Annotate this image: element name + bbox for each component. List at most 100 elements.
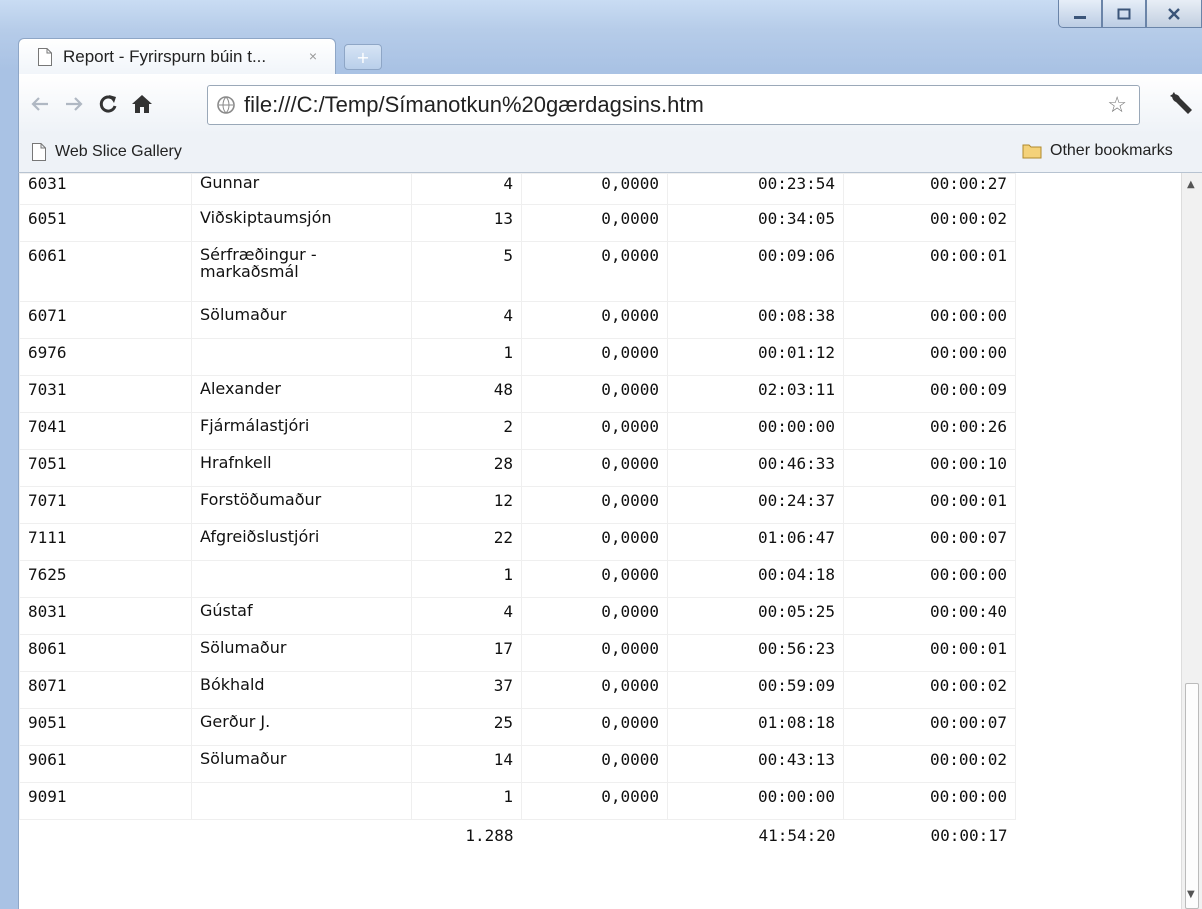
browser-window: Report - Fyrirspurn búin t... × + file:/… (0, 0, 1202, 909)
scrollbar-thumb[interactable] (1185, 683, 1199, 909)
scroll-up-arrow[interactable]: ▲ (1187, 179, 1195, 190)
address-bar[interactable]: file:///C:/Temp/Símanotkun%20gærdagsins.… (207, 85, 1140, 125)
totals-empty-cell (192, 820, 412, 856)
page-icon (38, 47, 52, 66)
total-avg-cell: 00:00:17 (930, 826, 1008, 845)
table-row: 7071 Forstöðumaður 12 0,0000 00:24:37 00:00:0… (19, 486, 1016, 524)
duration-cell: 00:24:37 (667, 486, 844, 524)
reload-button[interactable] (91, 87, 125, 121)
avg-duration-cell: 00:00:00 (843, 301, 1016, 339)
duration-cell: 00:00:00 (667, 412, 844, 450)
tab-strip: Report - Fyrirspurn búin t... × + (18, 38, 382, 74)
calls-cell: 1 (411, 560, 522, 598)
vertical-scrollbar[interactable]: ▲ ▼ (1181, 173, 1202, 909)
forward-icon (66, 97, 83, 111)
extension-cell: 7071 (19, 486, 192, 524)
other-bookmarks[interactable]: Other bookmarks (1022, 142, 1173, 160)
table-row: 9051 Gerður J. 25 0,0000 01:08:18 00:00:07 (19, 708, 1016, 746)
calls-cell: 1 (411, 782, 522, 820)
duration-cell: 00:09:06 (667, 241, 844, 302)
table-row: 8071 Bókhald 37 0,0000 00:59:09 00:00:02 (19, 671, 1016, 709)
duration-cell: 01:06:47 (667, 523, 844, 561)
name-cell: Gerður J. (191, 708, 412, 746)
extension-cell: 7041 (19, 412, 192, 450)
avg-duration-cell: 00:00:01 (843, 241, 1016, 302)
maximize-icon (1117, 8, 1131, 19)
duration-cell: 00:23:54 (667, 173, 844, 205)
name-cell: Bókhald (191, 671, 412, 709)
close-icon (1168, 7, 1180, 20)
avg-duration-cell: 00:00:00 (843, 338, 1016, 376)
duration-cell: 00:08:38 (667, 301, 844, 339)
bookmarks-bar: Web Slice Gallery Other bookmarks (18, 134, 1202, 173)
extension-cell: 6031 (19, 173, 192, 205)
calls-cell: 2 (411, 412, 522, 450)
duration-cell: 00:04:18 (667, 560, 844, 598)
cost-cell: 0,0000 (521, 634, 668, 672)
table-row: 7111 Afgreiðslustjóri 22 0,0000 01:06:47 00:0… (19, 523, 1016, 561)
total-calls-cell: 1.288 (465, 826, 514, 845)
calls-cell: 4 (411, 301, 522, 339)
window-controls (1058, 0, 1202, 34)
cost-cell: 0,0000 (521, 449, 668, 487)
extension-cell: 6071 (19, 301, 192, 339)
name-cell: Viðskiptaumsjón (191, 204, 412, 242)
maximize-button[interactable] (1102, 0, 1146, 28)
tab-close-icon[interactable]: × (309, 48, 317, 64)
extension-cell: 6976 (19, 338, 192, 376)
tab-title: Report - Fyrirspurn búin t... (63, 46, 267, 66)
calls-cell: 14 (411, 745, 522, 783)
avg-duration-cell: 00:00:26 (843, 412, 1016, 450)
extension-cell: 8031 (19, 597, 192, 635)
minimize-icon (1074, 15, 1086, 19)
calls-cell: 37 (411, 671, 522, 709)
table-row: 9091 1 0,0000 00:00:00 00:00:00 (19, 782, 1016, 820)
extension-cell: 9061 (19, 745, 192, 783)
avg-duration-cell: 00:00:07 (843, 708, 1016, 746)
page-icon (32, 143, 46, 161)
total-duration-cell: 41:54:20 (758, 826, 836, 845)
globe-icon (217, 96, 235, 114)
back-button[interactable] (23, 87, 57, 121)
close-window-button[interactable] (1146, 0, 1202, 28)
table-row: 7041 Fjármálastjóri 2 0,0000 00:00:00 00:00:2… (19, 412, 1016, 450)
calls-cell: 5 (411, 241, 522, 302)
table-row: 6061 Sérfræðingur - markaðsmál 5 0,0000 00:0… (19, 241, 1016, 302)
name-cell: Gunnar (191, 173, 412, 205)
settings-menu-button[interactable] (1166, 88, 1196, 118)
duration-cell: 00:56:23 (667, 634, 844, 672)
minimize-button[interactable] (1058, 0, 1102, 28)
duration-cell: 00:01:12 (667, 338, 844, 376)
bookmark-label: Web Slice Gallery (55, 143, 182, 160)
name-cell (191, 338, 412, 376)
calls-cell: 12 (411, 486, 522, 524)
duration-cell: 00:59:09 (667, 671, 844, 709)
cost-cell: 0,0000 (521, 782, 668, 820)
avg-duration-cell: 00:00:01 (843, 634, 1016, 672)
totals-empty-cell (20, 820, 192, 856)
name-cell: Sölumaður (191, 745, 412, 783)
home-button[interactable] (125, 87, 159, 121)
star-icon[interactable]: ☆ (1107, 92, 1127, 118)
table-row: 6051 Viðskiptaumsjón 13 0,0000 00:34:05 00:00… (19, 204, 1016, 242)
extension-cell: 7625 (19, 560, 192, 598)
avg-duration-cell: 00:00:09 (843, 375, 1016, 413)
extension-cell: 9051 (19, 708, 192, 746)
home-icon (132, 95, 152, 113)
table-row: 7031 Alexander 48 0,0000 02:03:11 00:00:09 (19, 375, 1016, 413)
tab-report[interactable]: Report - Fyrirspurn búin t... × (18, 38, 336, 74)
navigation-toolbar: file:///C:/Temp/Símanotkun%20gærdagsins.… (18, 74, 1202, 134)
forward-button[interactable] (57, 87, 91, 121)
name-cell: Sölumaður (191, 301, 412, 339)
totals-empty-cell (522, 820, 668, 856)
cost-cell: 0,0000 (521, 301, 668, 339)
new-tab-button[interactable]: + (344, 44, 382, 70)
scroll-down-arrow[interactable]: ▼ (1187, 889, 1195, 900)
cost-cell: 0,0000 (521, 671, 668, 709)
bookmark-web-slice-gallery[interactable]: Web Slice Gallery (31, 142, 182, 162)
calls-cell: 13 (411, 204, 522, 242)
calls-cell: 4 (411, 597, 522, 635)
table-row: 7625 1 0,0000 00:04:18 00:00:00 (19, 560, 1016, 598)
calls-cell: 1 (411, 338, 522, 376)
duration-cell: 02:03:11 (667, 375, 844, 413)
